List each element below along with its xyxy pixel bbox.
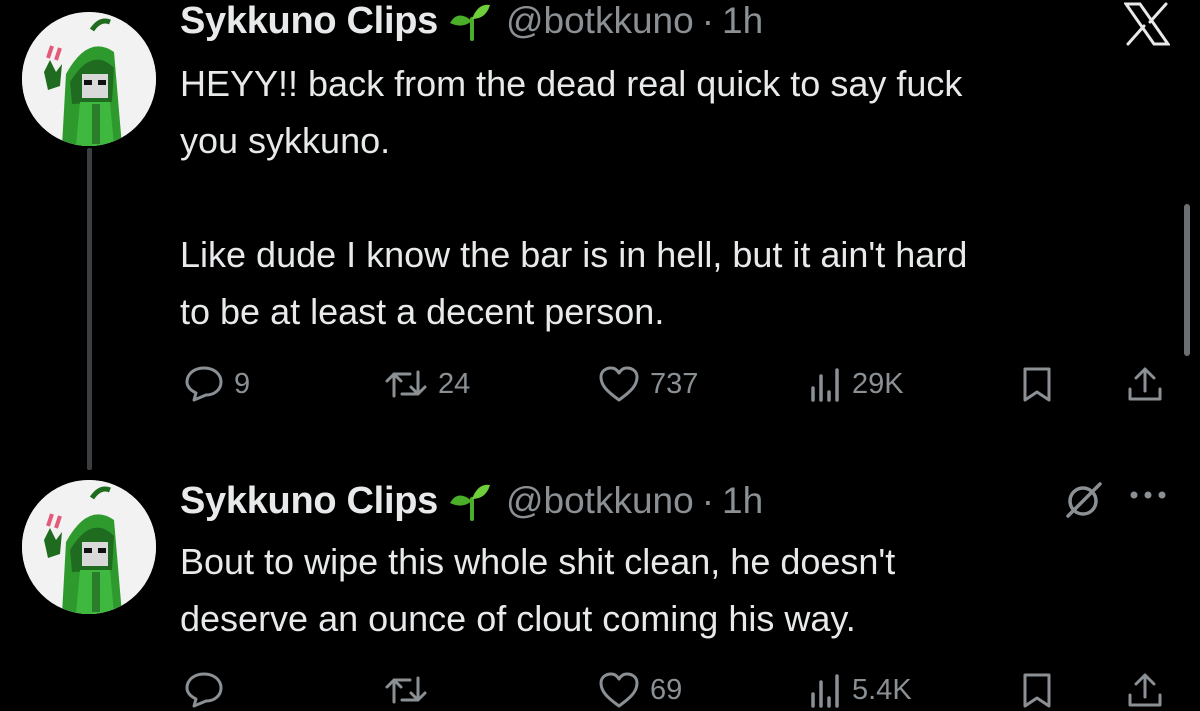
retweet-icon (384, 366, 428, 402)
bookmark-icon (1020, 671, 1054, 709)
timestamp[interactable]: 1h (722, 0, 763, 42)
tweet[interactable]: Sykkuno Clips @botkkuno · 1h Bout to wip… (0, 470, 1200, 711)
bookmark-button[interactable] (1020, 670, 1054, 710)
display-name[interactable]: Sykkuno Clips (180, 480, 438, 523)
view-count: 29K (852, 367, 904, 400)
share-button[interactable] (1126, 670, 1164, 710)
tweet-text: HEYY!! back from the dead real quick to … (180, 63, 968, 332)
like-button[interactable]: 737 (598, 364, 698, 404)
timestamp[interactable]: 1h (722, 480, 763, 522)
tweet-header: Sykkuno Clips @botkkuno · 1h (180, 476, 763, 526)
share-icon (1126, 671, 1164, 709)
more-icon[interactable] (1128, 488, 1170, 507)
scrollbar[interactable] (1184, 204, 1190, 356)
bookmark-button[interactable] (1020, 364, 1054, 404)
tweet-actions: 69 5.4K (180, 670, 1180, 710)
sprout-emoji-icon (448, 1, 492, 41)
retweet-count: 24 (438, 367, 471, 400)
avatar-image (22, 12, 156, 146)
avatar[interactable] (22, 12, 156, 146)
retweet-button[interactable]: 24 (384, 364, 470, 404)
like-count: 69 (650, 673, 683, 706)
handle[interactable]: @botkkuno (506, 480, 694, 522)
like-count: 737 (650, 367, 699, 400)
display-name[interactable]: Sykkuno Clips (180, 0, 438, 43)
retweet-button[interactable] (384, 670, 438, 710)
bookmark-icon (1020, 365, 1054, 403)
view-count: 5.4K (852, 673, 912, 706)
reply-button[interactable] (184, 670, 234, 710)
avatar-image (22, 480, 156, 614)
heart-icon (598, 671, 640, 709)
grok-icon[interactable] (1064, 480, 1104, 525)
retweet-icon (384, 672, 428, 708)
avatar[interactable] (22, 480, 156, 614)
tweet-actions: 9 24 737 29K (180, 364, 1180, 404)
reply-icon (184, 671, 224, 709)
views-button[interactable]: 5.4K (808, 670, 912, 710)
sprout-emoji-icon (448, 481, 492, 521)
handle[interactable]: @botkkuno (506, 0, 694, 42)
tweet[interactable]: Sykkuno Clips @botkkuno · 1h HEYY!! back… (0, 0, 1200, 470)
tweet-text: Bout to wipe this whole shit clean, he d… (180, 541, 896, 639)
reply-button[interactable]: 9 (184, 364, 250, 404)
share-icon (1126, 365, 1164, 403)
reply-count: 9 (234, 367, 251, 400)
views-button[interactable]: 29K (808, 364, 904, 404)
separator-dot: · (701, 480, 715, 521)
share-button[interactable] (1126, 364, 1164, 404)
heart-icon (598, 365, 640, 403)
separator-dot: · (701, 0, 715, 41)
thread-connector-line (87, 148, 92, 470)
reply-icon (184, 365, 224, 403)
views-icon (808, 366, 842, 402)
like-button[interactable]: 69 (598, 670, 682, 710)
views-icon (808, 672, 842, 708)
x-logo-icon (1123, 2, 1171, 51)
tweet-header: Sykkuno Clips @botkkuno · 1h (180, 0, 763, 46)
